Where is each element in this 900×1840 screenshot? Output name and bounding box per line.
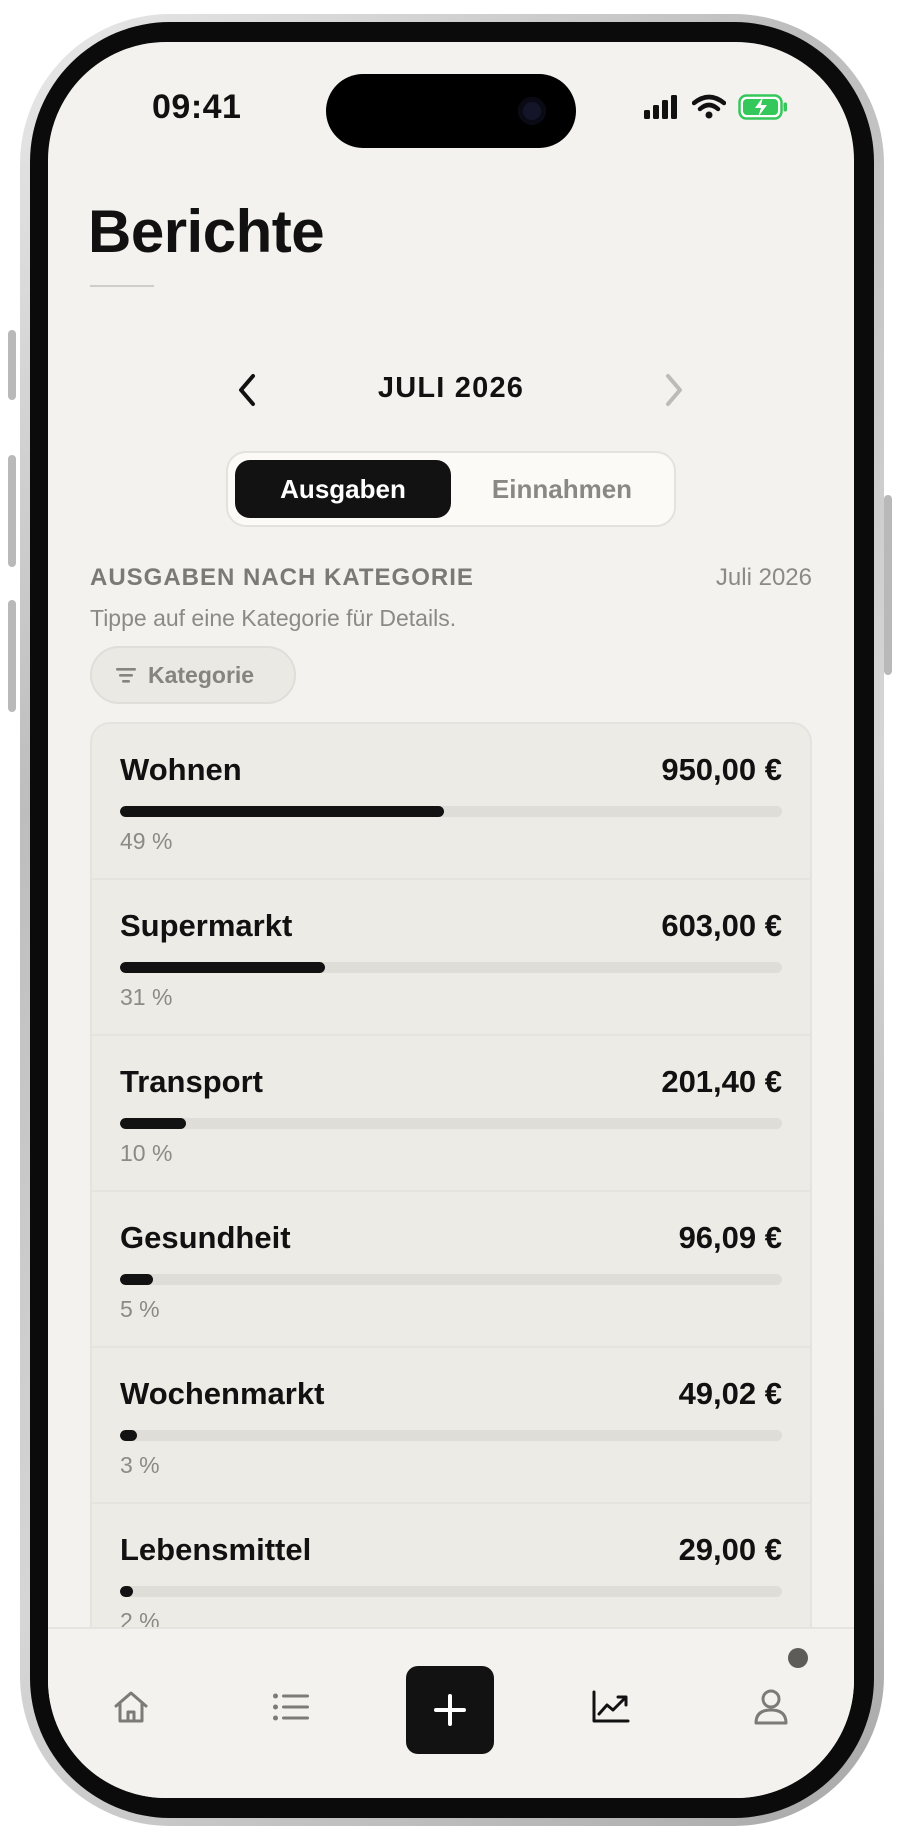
month-label: JULI 2026 bbox=[377, 372, 525, 404]
title-underline bbox=[90, 285, 154, 287]
signal-icon bbox=[644, 95, 677, 119]
category-name: Transport bbox=[120, 1064, 263, 1099]
category-row-gesundheit[interactable]: Gesundheit 96,09 € 5 % bbox=[92, 1192, 810, 1348]
notification-dot bbox=[788, 1648, 808, 1668]
category-progress-track bbox=[120, 1586, 782, 1597]
wifi-icon bbox=[692, 94, 726, 119]
category-percent: 31 % bbox=[120, 984, 173, 1010]
bottom-tab-bar bbox=[48, 1627, 854, 1798]
status-time: 09:41 bbox=[152, 88, 242, 126]
filter-chip-label: Kategorie bbox=[148, 661, 255, 688]
category-row-supermarkt[interactable]: Supermarkt 603,00 € 31 % bbox=[92, 880, 810, 1036]
type-segmented-control: Ausgaben Einnahmen bbox=[226, 451, 676, 527]
category-filter-chip[interactable]: Kategorie bbox=[90, 646, 296, 704]
tab-home[interactable] bbox=[101, 1677, 161, 1737]
category-row-wochenmarkt[interactable]: Wochenmarkt 49,02 € 3 % bbox=[92, 1348, 810, 1504]
category-progress-fill bbox=[120, 1274, 154, 1285]
filter-lines-icon bbox=[116, 668, 136, 683]
list-icon bbox=[273, 1693, 309, 1721]
phone-volume-down-button bbox=[8, 600, 16, 712]
category-amount: 96,09 € bbox=[678, 1220, 782, 1255]
page-title: Berichte bbox=[88, 198, 325, 265]
category-name: Wohnen bbox=[120, 752, 242, 787]
category-progress-track bbox=[120, 1430, 782, 1441]
category-progress-fill bbox=[120, 1586, 134, 1597]
front-camera-icon bbox=[518, 97, 546, 125]
phone-action-button bbox=[8, 330, 16, 400]
category-percent: 10 % bbox=[120, 1140, 173, 1166]
category-name: Lebensmittel bbox=[120, 1532, 312, 1567]
category-percent: 49 % bbox=[120, 828, 173, 854]
chevron-right-icon bbox=[666, 374, 682, 406]
category-amount: 950,00 € bbox=[661, 752, 782, 787]
tab-transactions[interactable] bbox=[261, 1677, 321, 1737]
category-progress-fill bbox=[120, 806, 445, 817]
battery-charging-icon bbox=[738, 94, 787, 120]
category-progress-fill bbox=[120, 1118, 187, 1129]
category-row-transport[interactable]: Transport 201,40 € 10 % bbox=[92, 1036, 810, 1192]
section-month: Juli 2026 bbox=[715, 564, 812, 591]
status-icons bbox=[644, 94, 788, 120]
plus-icon bbox=[434, 1694, 466, 1726]
phone-power-button bbox=[884, 495, 892, 675]
category-progress-fill bbox=[120, 1430, 137, 1441]
category-name: Wochenmarkt bbox=[120, 1376, 325, 1411]
category-progress-track bbox=[120, 962, 782, 973]
dynamic-island bbox=[326, 74, 576, 148]
section-heading: AUSGABEN NACH KATEGORIE bbox=[90, 564, 474, 591]
tab-reports[interactable] bbox=[581, 1677, 641, 1737]
category-progress-fill bbox=[120, 962, 326, 973]
home-icon bbox=[114, 1691, 148, 1723]
phone-volume-up-button bbox=[8, 455, 16, 567]
category-name: Supermarkt bbox=[120, 908, 293, 943]
tab-einnahmen[interactable]: Einnahmen bbox=[454, 460, 670, 518]
next-month-button[interactable] bbox=[652, 368, 696, 412]
category-amount: 603,00 € bbox=[661, 908, 782, 943]
category-row-wohnen[interactable]: Wohnen 950,00 € 49 % bbox=[92, 724, 810, 880]
category-percent: 3 % bbox=[120, 1452, 160, 1478]
add-transaction-button[interactable] bbox=[406, 1666, 494, 1754]
category-list: Wohnen 950,00 € 49 % Supermarkt 603,00 €… bbox=[90, 722, 812, 1702]
month-navigator: JULI 2026 bbox=[48, 360, 854, 420]
tab-ausgaben[interactable]: Ausgaben bbox=[235, 460, 451, 518]
chart-icon bbox=[592, 1690, 630, 1723]
user-icon bbox=[754, 1689, 788, 1725]
category-amount: 201,40 € bbox=[661, 1064, 782, 1099]
category-progress-track bbox=[120, 1274, 782, 1285]
category-progress-track bbox=[120, 806, 782, 817]
category-amount: 29,00 € bbox=[678, 1532, 782, 1567]
category-name: Gesundheit bbox=[120, 1220, 291, 1255]
section-hint: Tippe auf eine Kategorie für Details. bbox=[90, 605, 457, 631]
category-progress-track bbox=[120, 1118, 782, 1129]
tab-profile[interactable] bbox=[741, 1677, 801, 1737]
app-screen: 09:41 Berichte JULI 2026 Ausgaben Einnah… bbox=[48, 42, 854, 1798]
category-percent: 5 % bbox=[120, 1296, 160, 1322]
category-amount: 49,02 € bbox=[678, 1376, 782, 1411]
